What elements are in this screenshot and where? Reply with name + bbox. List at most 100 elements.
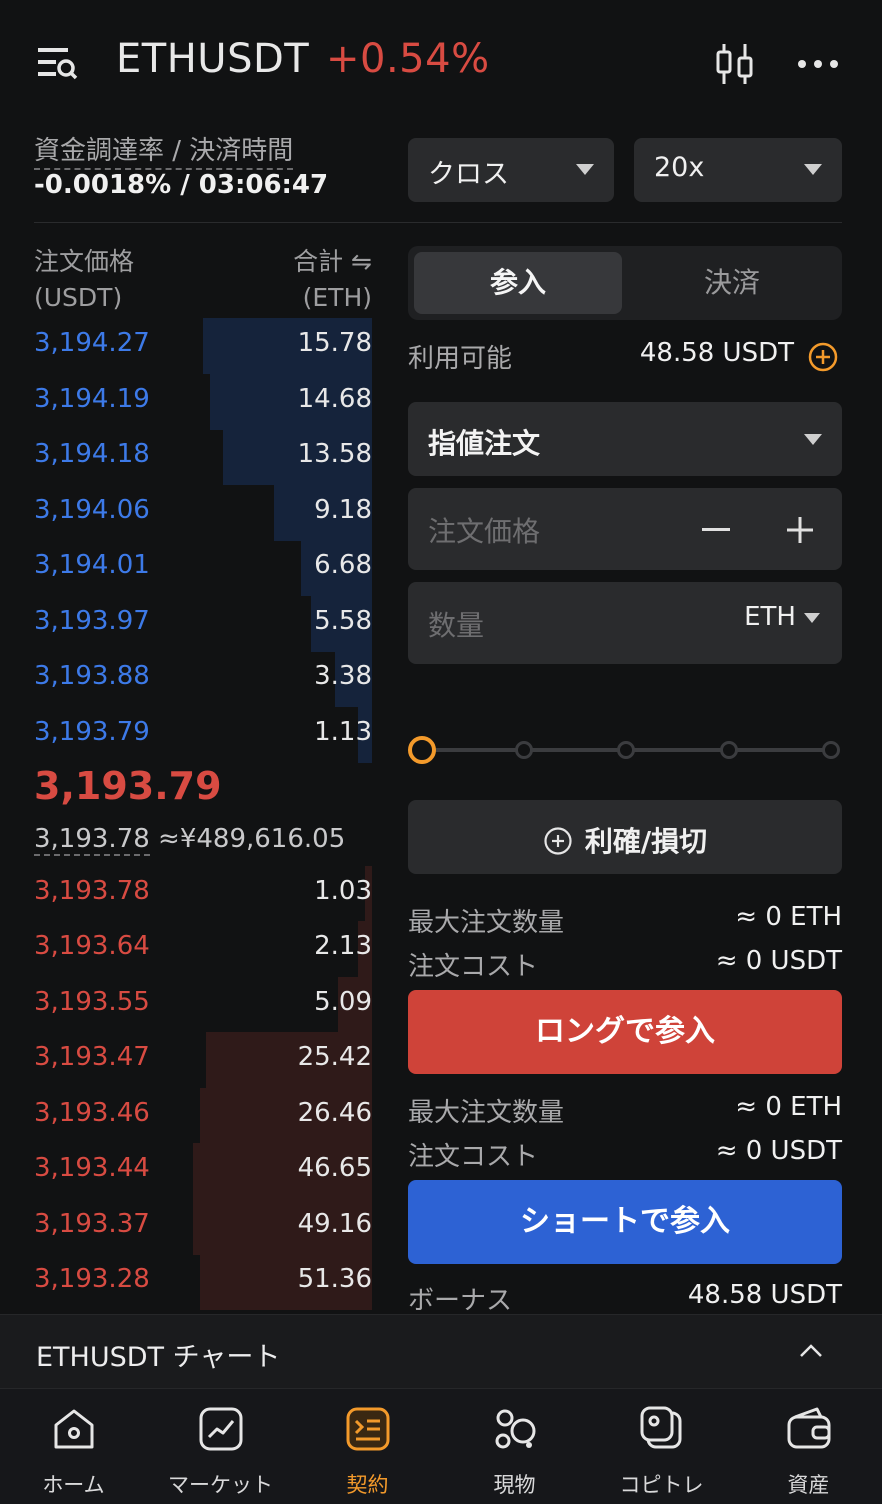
bid-price: 3,193.44: [34, 1153, 150, 1183]
bid-qty: 25.42: [297, 1042, 372, 1072]
ask-row[interactable]: 3,193.88 3.38: [34, 651, 372, 707]
chevron-down-icon: [804, 164, 822, 175]
bid-row[interactable]: 3,193.46 26.46: [34, 1088, 372, 1144]
ask-row[interactable]: 3,193.79 1.13: [34, 707, 372, 763]
more-options-icon[interactable]: [796, 50, 840, 78]
bid-row[interactable]: 3,193.28 51.36: [34, 1254, 372, 1310]
market-icon: [199, 1407, 242, 1451]
quantity-input[interactable]: 数量 ETH: [408, 582, 842, 664]
long-max-qty-label: 最大注文数量: [408, 908, 565, 938]
total-header-label: 合計 ⇋: [293, 247, 372, 276]
wallet-icon: [787, 1407, 830, 1449]
price-change: +0.54%: [326, 36, 490, 82]
nav-futures[interactable]: 契約: [294, 1389, 441, 1504]
tp-sl-content: 利確/損切: [408, 820, 842, 860]
ask-row[interactable]: 3,194.27 15.78: [34, 318, 372, 374]
nav-label: 資産: [787, 1473, 830, 1497]
open-close-tabs: 参入 決済: [408, 246, 842, 320]
bid-row[interactable]: 3,193.44 46.65: [34, 1143, 372, 1199]
short-max-qty-value: ≈ 0 ETH: [735, 1092, 842, 1122]
bid-row[interactable]: 3,193.37 49.16: [34, 1199, 372, 1255]
funding-rate-value: -0.0018% / 03:06:47: [34, 170, 329, 200]
bottom-navigation: ホーム マーケット 契約 現物 コピトレ 資産: [0, 1388, 882, 1504]
chevron-down-icon: [804, 612, 820, 623]
ask-price: 3,194.18: [34, 439, 150, 469]
tp-sl-button[interactable]: 利確/損切: [408, 800, 842, 874]
futures-icon: [346, 1407, 389, 1451]
slider-step-75[interactable]: [720, 741, 738, 759]
divider: [34, 222, 842, 223]
nav-label: ホーム: [42, 1473, 105, 1497]
open-long-button[interactable]: ロングで参入: [408, 990, 842, 1074]
nav-assets[interactable]: 資産: [735, 1389, 882, 1504]
chevron-down-icon: [576, 164, 594, 175]
bid-qty: 49.16: [297, 1209, 372, 1239]
nav-market[interactable]: マーケット: [147, 1389, 294, 1504]
price-header-label: 注文価格: [34, 247, 135, 276]
ask-price: 3,194.19: [34, 384, 150, 414]
ask-price: 3,193.88: [34, 661, 150, 691]
ask-qty: 13.58: [297, 439, 372, 469]
ask-row[interactable]: 3,194.19 14.68: [34, 374, 372, 430]
order-type-select[interactable]: 指値注文: [408, 402, 842, 476]
price-placeholder: 注文価格: [428, 515, 541, 548]
ask-row[interactable]: 3,194.01 6.68: [34, 540, 372, 596]
nav-home[interactable]: ホーム: [0, 1389, 147, 1504]
nav-label: 現物: [493, 1473, 536, 1497]
bid-price: 3,193.37: [34, 1209, 150, 1239]
quantity-unit-select[interactable]: ETH: [744, 602, 820, 632]
bid-row[interactable]: 3,193.64 2.13: [34, 921, 372, 977]
quantity-placeholder: 数量: [428, 609, 485, 642]
open-short-button[interactable]: ショートで参入: [408, 1180, 842, 1264]
bid-row[interactable]: 3,193.55 5.09: [34, 977, 372, 1033]
candlestick-chart-icon[interactable]: [714, 42, 756, 86]
mark-price[interactable]: 3,193.78: [34, 824, 150, 856]
slider-step-50[interactable]: [617, 741, 635, 759]
quantity-slider[interactable]: [408, 730, 842, 770]
ask-qty: 1.13: [314, 717, 372, 747]
nav-spot[interactable]: 現物: [441, 1389, 588, 1504]
nav-label: マーケット: [168, 1473, 273, 1497]
plus-icon[interactable]: [786, 516, 814, 544]
available-balance: 48.58 USDT: [639, 338, 794, 368]
ask-price: 3,194.27: [34, 328, 150, 358]
bid-row[interactable]: 3,193.47 25.42: [34, 1032, 372, 1088]
home-icon: [54, 1409, 93, 1449]
price-input[interactable]: 注文価格: [408, 488, 842, 570]
slider-step-25[interactable]: [515, 741, 533, 759]
slider-handle[interactable]: [408, 736, 436, 764]
transfer-plus-icon[interactable]: [808, 342, 838, 372]
bid-row[interactable]: 3,193.78 1.03: [34, 866, 372, 922]
ask-price: 3,193.79: [34, 717, 150, 747]
ask-qty: 15.78: [297, 328, 372, 358]
ask-qty: 6.68: [314, 550, 372, 580]
tp-sl-label: 利確/損切: [584, 825, 708, 858]
pair-title[interactable]: ETHUSDT: [116, 36, 309, 82]
chart-toggle-label: ETHUSDT チャート: [36, 1342, 281, 1373]
orderbook-price-header: 注文価格 (USDT): [34, 244, 134, 316]
orderbook-total-header[interactable]: 合計 ⇋ (ETH): [293, 244, 372, 316]
leverage-label: 20x: [654, 152, 705, 183]
mark-price-line: 3,193.78 ≈¥489,616.05: [34, 824, 345, 856]
chart-toggle-bar[interactable]: ETHUSDT チャート: [0, 1314, 882, 1388]
minus-icon[interactable]: [702, 528, 730, 531]
ask-price: 3,194.01: [34, 550, 150, 580]
margin-mode-select[interactable]: クロス: [408, 138, 614, 202]
ask-row[interactable]: 3,194.18 13.58: [34, 429, 372, 485]
bid-price: 3,193.78: [34, 876, 150, 906]
long-cost-label: 注文コスト: [408, 952, 539, 982]
bid-qty: 46.65: [297, 1153, 372, 1183]
slider-step-100[interactable]: [822, 741, 840, 759]
long-max-qty-value: ≈ 0 ETH: [735, 902, 842, 932]
pair-list-icon[interactable]: [36, 44, 78, 82]
ask-row[interactable]: 3,193.97 5.58: [34, 596, 372, 652]
tab-open[interactable]: 参入: [414, 252, 622, 314]
funding-rate-label[interactable]: 資金調達率 / 決済時間: [34, 130, 294, 170]
leverage-select[interactable]: 20x: [634, 138, 842, 202]
ask-row[interactable]: 3,194.06 9.18: [34, 485, 372, 541]
tab-close[interactable]: 決済: [628, 252, 836, 314]
copy-trade-icon: [640, 1406, 681, 1449]
nav-copy-trade[interactable]: コピトレ: [588, 1389, 735, 1504]
last-price[interactable]: 3,193.79: [34, 764, 222, 808]
bonus-label: ボーナス: [408, 1286, 513, 1316]
